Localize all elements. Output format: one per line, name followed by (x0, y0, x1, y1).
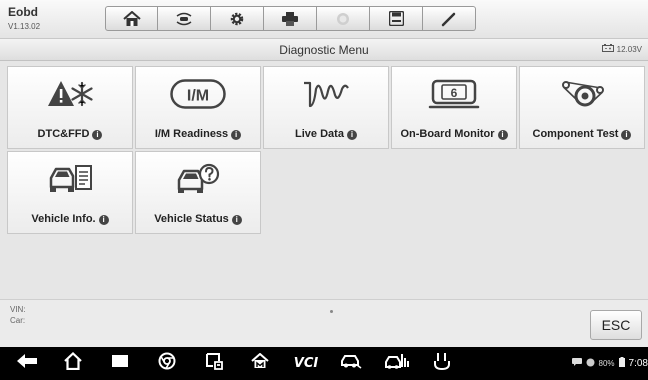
help-icon (336, 12, 350, 26)
battery-test-button[interactable] (427, 353, 457, 374)
tile-dtc-ffd[interactable]: DTC&FFD i (7, 66, 133, 149)
battery-icon (601, 44, 614, 54)
pen-icon (441, 11, 457, 27)
diagnostics-home-button[interactable] (245, 352, 275, 374)
vehicle-data-button[interactable] (380, 353, 414, 374)
system-nav-bar: VCI 80% 7:08 (0, 347, 648, 380)
vci-button[interactable]: VCI (288, 353, 324, 374)
toolbar-buttons (105, 6, 476, 31)
vehicle-info-bar: VIN: Car: ESC (0, 299, 648, 348)
edit-button[interactable] (423, 6, 476, 31)
monitor-6-icon: 6 (392, 77, 516, 111)
power-clip-icon (433, 352, 451, 375)
back-arrow-icon (16, 353, 38, 374)
battery-percent: 80% (598, 358, 615, 368)
vehicle-button[interactable] (336, 353, 366, 374)
car-data-icon (384, 352, 410, 375)
esc-button[interactable]: ESC (590, 310, 642, 340)
tile-label: I/M Readiness (154, 128, 229, 140)
page-title: Diagnostic Menu (279, 43, 369, 57)
printer-icon (281, 11, 299, 26)
page-indicator (330, 310, 333, 313)
car-icon (340, 353, 362, 374)
screenshot-button[interactable] (200, 353, 230, 374)
car-question-icon (136, 162, 260, 196)
clock: 7:08 (628, 357, 648, 369)
recent-apps-icon (111, 354, 129, 373)
save-icon (388, 11, 404, 26)
home-outline-icon (63, 351, 83, 375)
info-icon[interactable]: i (497, 130, 508, 140)
tile-on-board-monitor[interactable]: 6 On-Board Monitor i (391, 66, 517, 149)
info-icon[interactable]: i (231, 215, 242, 225)
tile-vehicle-status[interactable]: Vehicle Status i (135, 151, 261, 234)
vin-label: VIN: (10, 305, 26, 314)
recent-apps-button[interactable] (105, 353, 135, 374)
tile-im-readiness[interactable]: I/M I/M Readiness i (135, 66, 261, 149)
warning-snowflake-icon (8, 77, 132, 111)
tile-label: Component Test (532, 128, 619, 140)
home-button[interactable] (105, 6, 158, 31)
vci-label: VCI (293, 356, 319, 371)
app-name: Eobd (8, 5, 38, 19)
alert-icon (586, 358, 595, 369)
top-toolbar: Eobd V1.13.02 (0, 0, 648, 39)
status-area: 80% 7:08 (571, 357, 648, 369)
tile-vehicle-info[interactable]: Vehicle Info. i (7, 151, 133, 234)
tile-label: Vehicle Info. (31, 213, 96, 225)
browser-icon (158, 352, 176, 375)
info-icon[interactable]: i (346, 130, 357, 140)
diagnostic-menu-grid: DTC&FFD i I/M I/M Readiness i Live Data i 6 (7, 66, 648, 236)
screenshot-icon (205, 352, 225, 375)
gear-icon (229, 11, 245, 27)
app-version: V1.13.02 (8, 22, 41, 31)
monitor-icon-text: 6 (451, 86, 458, 100)
info-icon[interactable]: i (98, 215, 109, 225)
save-button[interactable] (370, 6, 423, 31)
voltage-value: 12.03V (616, 44, 642, 54)
house-m-icon (251, 352, 269, 374)
vehicle-swap-button[interactable] (158, 6, 211, 31)
im-readiness-icon: I/M (136, 77, 260, 111)
tile-label: Live Data (295, 128, 344, 140)
help-button[interactable] (317, 6, 370, 31)
belt-pulley-icon (520, 77, 644, 111)
home-nav-button[interactable] (58, 351, 88, 375)
title-bar: Diagnostic Menu 12.03V (0, 39, 648, 61)
battery-level-icon (618, 357, 625, 369)
back-button[interactable] (12, 353, 42, 374)
car-document-icon (8, 162, 132, 196)
chat-icon (571, 358, 582, 368)
tile-label: On-Board Monitor (400, 128, 495, 140)
home-icon (122, 10, 141, 27)
tile-component-test[interactable]: Component Test i (519, 66, 645, 149)
tile-label: DTC&FFD (37, 128, 90, 140)
tile-live-data[interactable]: Live Data i (263, 66, 389, 149)
waveform-icon (264, 77, 388, 111)
car-label: Car: (10, 316, 26, 325)
voltage-indicator: 12.03V (601, 44, 642, 54)
info-icon[interactable]: i (621, 130, 632, 140)
print-button[interactable] (264, 6, 317, 31)
info-icon[interactable]: i (92, 130, 103, 140)
browser-button[interactable] (152, 352, 182, 375)
settings-button[interactable] (211, 6, 264, 31)
tile-label: Vehicle Status (154, 213, 229, 225)
im-icon-text: I/M (187, 88, 209, 105)
vehicle-swap-icon (174, 11, 194, 27)
info-icon[interactable]: i (231, 130, 242, 140)
